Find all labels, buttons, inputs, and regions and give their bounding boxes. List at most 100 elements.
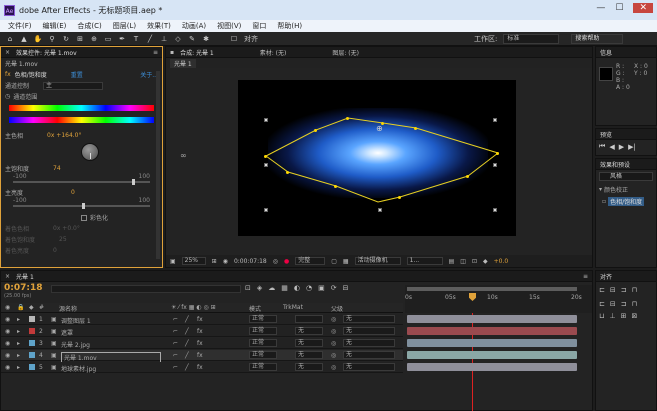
shy-switch-icon[interactable]: ⌐	[173, 316, 178, 323]
shy-switch-icon[interactable]: ⌐	[173, 328, 178, 335]
menu-effect[interactable]: 效果(T)	[147, 21, 171, 31]
menu-file[interactable]: 文件(F)	[8, 21, 32, 31]
next-frame-icon[interactable]: ▶|	[628, 143, 636, 151]
colorize-checkbox[interactable]	[81, 214, 87, 221]
expand-arrow-icon[interactable]: ▸	[17, 328, 20, 335]
brainstorm-icon[interactable]: ▣	[318, 284, 325, 292]
av-features-icon[interactable]: ◉	[5, 304, 10, 311]
layer-parent-select[interactable]: 无	[343, 315, 395, 323]
transform-handle[interactable]	[264, 163, 268, 167]
transparency-grid-icon[interactable]: ▦	[343, 258, 349, 265]
effects-item-hue-saturation[interactable]: 色相/饱和度	[608, 197, 645, 206]
zoom-select[interactable]: 25%	[181, 257, 206, 265]
parent-pickwhip-icon[interactable]: ◎	[331, 328, 336, 335]
menu-edit[interactable]: 编辑(E)	[43, 21, 67, 31]
distribute-h-icon[interactable]: ⊞	[621, 312, 627, 320]
distribute-v-icon[interactable]: ⊠	[631, 312, 637, 320]
selection-tool-icon[interactable]: ▲	[20, 35, 28, 43]
text-tool-icon[interactable]: T	[132, 35, 140, 43]
layer-parent-select[interactable]: 无	[343, 339, 395, 347]
align-hcenter-icon[interactable]: ⊟	[610, 286, 616, 294]
close-icon[interactable]: ×	[5, 273, 10, 280]
expand-arrow-icon[interactable]: ▸	[17, 316, 20, 323]
first-frame-icon[interactable]: ⏮	[599, 142, 605, 151]
parent-pickwhip-icon[interactable]: ◎	[331, 352, 336, 359]
effects-category[interactable]: 颜色校正	[604, 185, 628, 194]
layer-parent-select[interactable]: 无	[343, 327, 395, 335]
effect-name[interactable]: 色相/饱和度	[15, 70, 47, 79]
distribute-vcenter-icon[interactable]: ⊔	[599, 312, 604, 320]
mask-vertex[interactable]	[264, 155, 267, 158]
anchor-point-icon[interactable]: ⊕	[376, 124, 383, 133]
layer-name[interactable]: 遮罩	[61, 328, 73, 337]
layer-label-color[interactable]	[29, 340, 35, 346]
parent-header[interactable]: 父级	[331, 304, 343, 313]
minimize-icon[interactable]: —	[596, 3, 605, 13]
live-update-icon[interactable]: ⟳	[331, 284, 337, 292]
playhead-handle[interactable]	[469, 293, 476, 301]
mask-vertex[interactable]	[286, 171, 289, 174]
transform-handle[interactable]	[378, 208, 382, 212]
effects-presets-tab[interactable]: 效果和预设	[600, 160, 630, 169]
lightness-slider[interactable]	[13, 203, 150, 209]
puppet-tool-icon[interactable]: ✱	[202, 35, 210, 43]
chart-icon[interactable]: ⊟	[343, 284, 349, 292]
panel-menu-icon[interactable]: ≡	[583, 273, 588, 280]
layer-trkmat-select[interactable]	[295, 315, 323, 323]
layer-mode-select[interactable]: 正常	[249, 351, 277, 359]
channel-control-select[interactable]: 主	[43, 81, 104, 90]
menu-animation[interactable]: 动画(A)	[182, 21, 206, 31]
pan-behind-tool-icon[interactable]: ⊕	[90, 35, 98, 43]
menu-composition[interactable]: 合成(C)	[77, 21, 101, 31]
exposure-value[interactable]: +0.0	[494, 258, 509, 265]
workspace-select[interactable]: 标准	[503, 33, 560, 44]
layer-trkmat-select[interactable]: 无	[295, 339, 323, 347]
transform-handle[interactable]	[264, 208, 268, 212]
distribute-right-icon[interactable]: ⊐	[621, 300, 627, 308]
channel-icon[interactable]: ●	[284, 258, 289, 265]
layer-duration-bar[interactable]	[407, 351, 577, 359]
composition-tab[interactable]: 合成: 光晕 1	[180, 48, 214, 57]
align-top-icon[interactable]: ⊓	[632, 286, 637, 294]
3d-icon[interactable]: ◫	[460, 258, 466, 265]
shy-switch-icon[interactable]: ⌐	[173, 364, 178, 371]
composition-viewer[interactable]: ⊕	[238, 80, 516, 236]
parent-pickwhip-icon[interactable]: ◎	[331, 340, 336, 347]
mask-vertex[interactable]	[334, 185, 337, 188]
parent-pickwhip-icon[interactable]: ◎	[331, 364, 336, 371]
layer-name[interactable]: 光晕 2.jpg	[61, 340, 90, 349]
timeline-search-input[interactable]	[51, 285, 241, 293]
layer-row[interactable]: ◉ ▸ 5 ▣ 地球素材.jpg ⌐ ╱ fx 正常 无 ◎ 无	[1, 362, 403, 373]
number-column-icon[interactable]: #	[39, 304, 44, 311]
hue-value[interactable]: 0x +164.0°	[47, 132, 81, 139]
fx-switch-icon[interactable]: fx	[197, 340, 203, 347]
layer-row[interactable]: ◉ ▸ 3 ▣ 光晕 2.jpg ⌐ ╱ fx 正常 无 ◎ 无	[1, 338, 403, 349]
layer-mode-select[interactable]: 正常	[249, 327, 277, 335]
region-icon[interactable]: ▣	[170, 258, 176, 265]
pen-tool-icon[interactable]: ✒	[118, 35, 126, 43]
align-right-icon[interactable]: ⊐	[621, 286, 627, 294]
mask-vertex[interactable]	[414, 127, 417, 130]
switches-header-icon[interactable]: ☀ ⁄ fx ▦ ◐ ◎ ⊞	[171, 304, 216, 311]
camera-tool-icon[interactable]: ⊞	[76, 35, 84, 43]
current-time-display[interactable]: 0:00:07:18	[234, 258, 267, 265]
expand-arrow-icon[interactable]: ▾	[599, 186, 602, 193]
mask-path[interactable]	[238, 80, 516, 236]
layer-mode-select[interactable]: 正常	[249, 339, 277, 347]
parent-pickwhip-icon[interactable]: ◎	[331, 316, 336, 323]
brush-tool-icon[interactable]: ╱	[146, 35, 154, 43]
work-area-bar[interactable]	[407, 287, 577, 291]
quality-switch-icon[interactable]: ╱	[185, 364, 189, 371]
mask-vertex[interactable]	[346, 117, 349, 120]
saturation-slider[interactable]	[13, 179, 150, 185]
layer-label-color[interactable]	[29, 328, 35, 334]
shy-switch-icon[interactable]: ⌐	[173, 340, 178, 347]
layer-trkmat-select[interactable]: 无	[295, 351, 323, 359]
menu-view[interactable]: 视图(V)	[217, 21, 241, 31]
lightness-slider-handle[interactable]	[81, 203, 85, 209]
zoom-tool-icon[interactable]: ⚲	[48, 35, 56, 43]
layer-row[interactable]: ◉ ▸ 1 ▣ 调整图层 1 ⌐ ╱ fx 正常 ◎ 无	[1, 314, 403, 325]
stopwatch-icon[interactable]: ◷	[5, 93, 10, 100]
layer-label-color[interactable]	[29, 316, 35, 322]
mode-header[interactable]: 模式	[249, 304, 261, 313]
